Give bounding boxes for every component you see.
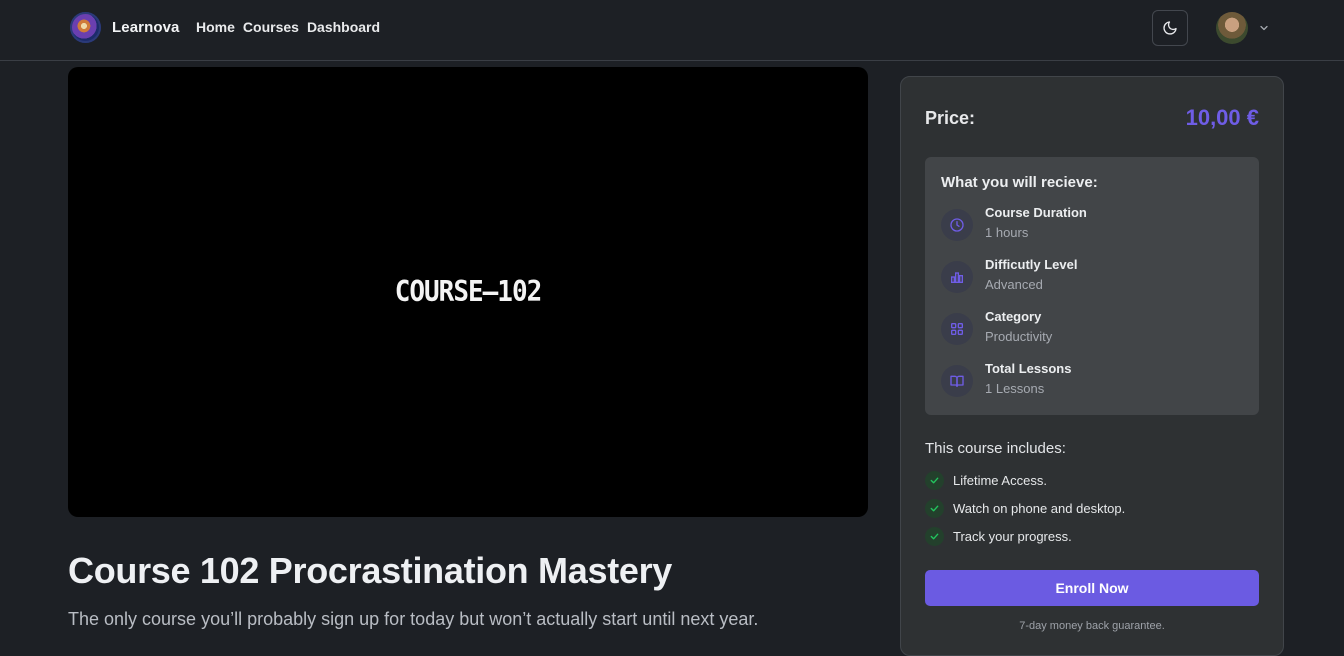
bar-chart-icon <box>941 261 973 293</box>
price-value: 10,00 € <box>1185 105 1259 130</box>
brand-name[interactable]: Learnova <box>112 19 180 36</box>
price-label: Price: <box>925 108 976 128</box>
book-icon <box>941 365 973 397</box>
logo-icon[interactable] <box>70 12 101 43</box>
course-purchase-card: Price: 10,00 € What you will recieve: Co… <box>900 76 1284 656</box>
include-text: Lifetime Access. <box>953 472 1047 488</box>
guarantee-text: 7-day money back guarantee. <box>1019 620 1165 632</box>
info-label: Course Duration <box>985 205 1087 220</box>
nav-home-link[interactable]: Home <box>196 19 235 35</box>
theme-toggle-button[interactable] <box>1152 10 1188 46</box>
check-icon <box>925 498 944 518</box>
info-value: 1 Lessons <box>985 381 1045 396</box>
nav-courses-link[interactable]: Courses <box>243 19 299 35</box>
info-item-difficulty: Difficutly Level Advanced <box>941 257 1241 301</box>
course-title: Course 102 Procrastination Mastery <box>68 550 673 591</box>
course-video-player[interactable]: COURSE–102 <box>68 67 868 517</box>
chevron-down-icon[interactable] <box>1258 22 1270 34</box>
info-item-category: Category Productivity <box>941 309 1241 353</box>
info-item-lessons: Total Lessons 1 Lessons <box>941 361 1241 405</box>
top-navbar: Learnova Home Courses Dashboard <box>0 0 1344 61</box>
clock-icon <box>941 209 973 241</box>
include-item: Lifetime Access. <box>925 470 1047 490</box>
check-icon <box>925 470 944 490</box>
what-you-receive-panel: What you will recieve: Course Duration 1… <box>925 157 1259 415</box>
include-text: Watch on phone and desktop. <box>953 500 1126 516</box>
nav-dashboard-link[interactable]: Dashboard <box>307 19 380 35</box>
info-value: 1 hours <box>985 225 1029 240</box>
info-label: Total Lessons <box>985 361 1072 376</box>
info-value: Advanced <box>985 277 1043 292</box>
course-description: The only course you’ll probably sign up … <box>68 609 759 629</box>
enroll-now-button[interactable]: Enroll Now <box>925 570 1259 606</box>
include-item: Track your progress. <box>925 526 1072 546</box>
info-item-duration: Course Duration 1 hours <box>941 205 1241 249</box>
video-overlay-text: COURSE–102 <box>394 275 543 309</box>
include-text: Track your progress. <box>953 528 1072 544</box>
grid-icon <box>941 313 973 345</box>
main-nav: Home Courses Dashboard <box>196 19 380 35</box>
includes-title: This course includes: <box>925 440 1066 457</box>
info-value: Productivity <box>985 329 1053 344</box>
include-item: Watch on phone and desktop. <box>925 498 1125 518</box>
check-icon <box>925 526 944 546</box>
moon-icon <box>1163 21 1177 35</box>
info-label: Difficutly Level <box>985 257 1078 272</box>
info-label: Category <box>985 309 1042 324</box>
user-avatar[interactable] <box>1216 12 1248 44</box>
receive-title: What you will recieve: <box>941 174 1098 191</box>
